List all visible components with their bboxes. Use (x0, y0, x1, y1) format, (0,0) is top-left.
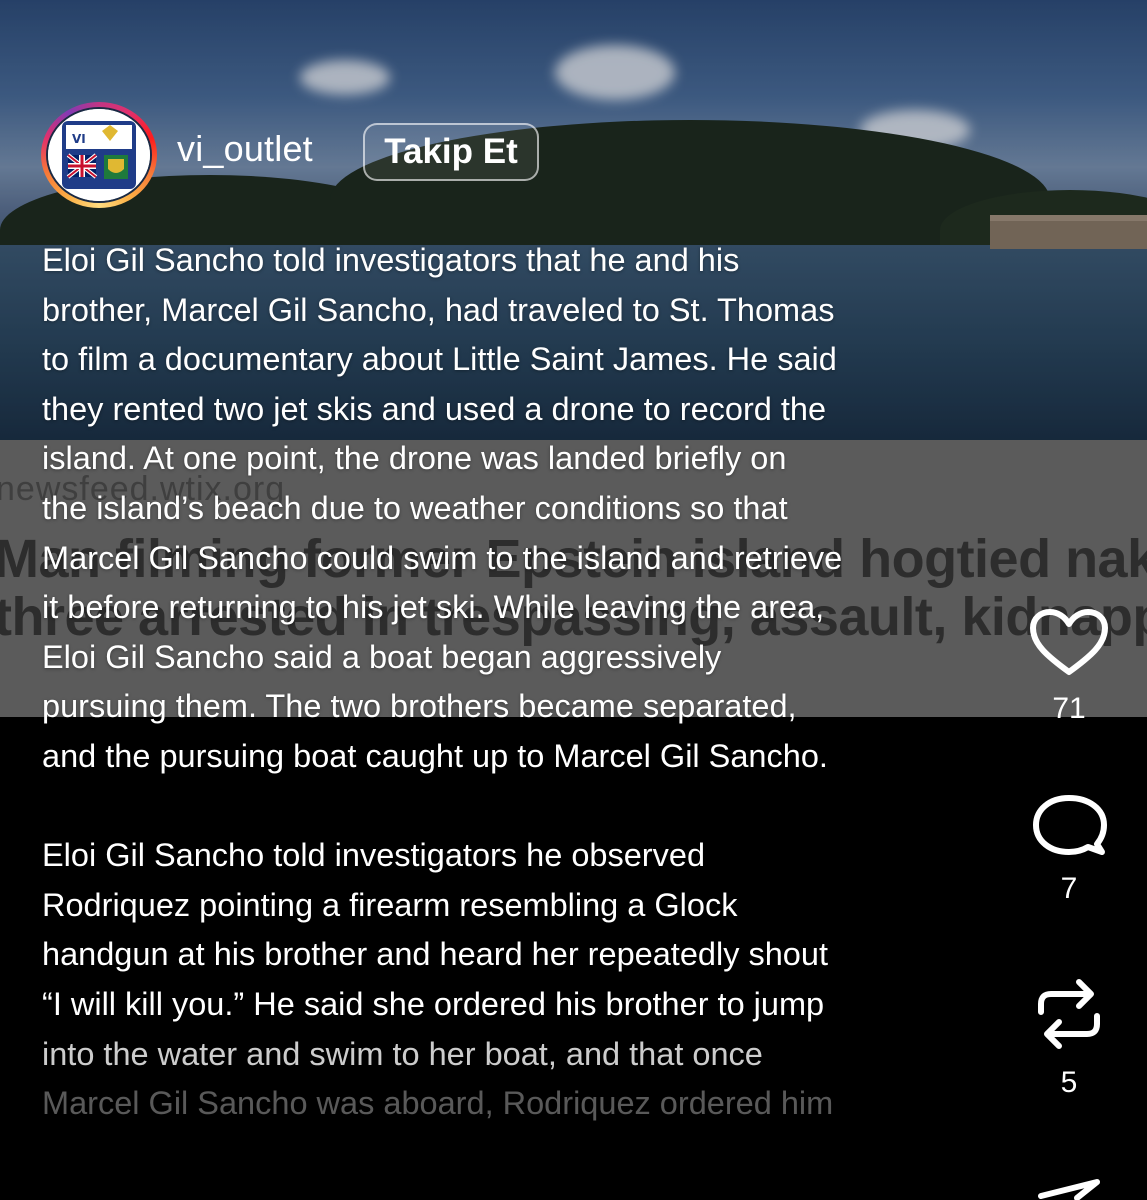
like-button[interactable]: 71 (1027, 608, 1111, 726)
caption-line: brother, Marcel Gil Sancho, had traveled… (42, 291, 835, 328)
caption-line: Marcel Gil Sancho could swim to the isla… (42, 539, 843, 576)
caption-line: Eloi Gil Sancho told investigators he ob… (42, 837, 706, 874)
share-icon (1038, 1179, 1100, 1200)
caption-line: island. At one point, the drone was land… (42, 440, 787, 477)
svg-text:VI: VI (72, 132, 86, 146)
caption: Eloi Gil Sancho told investigators that … (42, 236, 982, 1129)
caption-line: Eloi Gil Sancho told investigators that … (42, 242, 740, 278)
flag-logo-icon: VI (48, 109, 150, 201)
caption-line: Eloi Gil Sancho said a boat began aggres… (42, 638, 722, 675)
comment-count: 7 (1060, 872, 1078, 905)
repost-icon (1038, 979, 1100, 1049)
comment-button[interactable]: 7 (1027, 794, 1111, 906)
caption-line: the island’s beach due to weather condit… (42, 489, 788, 526)
caption-line: they rented two jet skis and used a dron… (42, 390, 827, 427)
follow-button[interactable]: Takip Et (363, 123, 539, 181)
caption-line: “I will kill you.” He said she ordered h… (42, 985, 825, 1022)
comment-icon (1033, 795, 1107, 855)
caption-line: and the pursuing boat caught up to Marce… (42, 737, 828, 774)
caption-line: Rodriquez pointing a firearm resembling … (42, 886, 738, 923)
repost-count: 5 (1060, 1066, 1078, 1099)
caption-line: it before returning to his jet ski. Whil… (42, 589, 825, 626)
caption-line: handgun at his brother and heard her rep… (42, 936, 828, 973)
caption-line: into the water and swim to her boat, and… (42, 1035, 763, 1072)
heart-icon (1030, 609, 1108, 675)
caption-line: to film a documentary about Little Saint… (42, 341, 837, 378)
repost-button[interactable]: 5 (1027, 976, 1111, 1100)
username[interactable]: vi_outlet (177, 128, 313, 170)
reel-view: newsfeed.wtix.org Man filming former Eps… (0, 0, 1147, 1200)
caption-line: Marcel Gil Sancho was aboard, Rodriquez … (42, 1085, 834, 1122)
caption-line: pursuing them. The two brothers became s… (42, 688, 797, 725)
like-count: 71 (1052, 692, 1086, 725)
share-button[interactable] (1027, 1176, 1111, 1200)
avatar[interactable]: VI (41, 102, 157, 208)
